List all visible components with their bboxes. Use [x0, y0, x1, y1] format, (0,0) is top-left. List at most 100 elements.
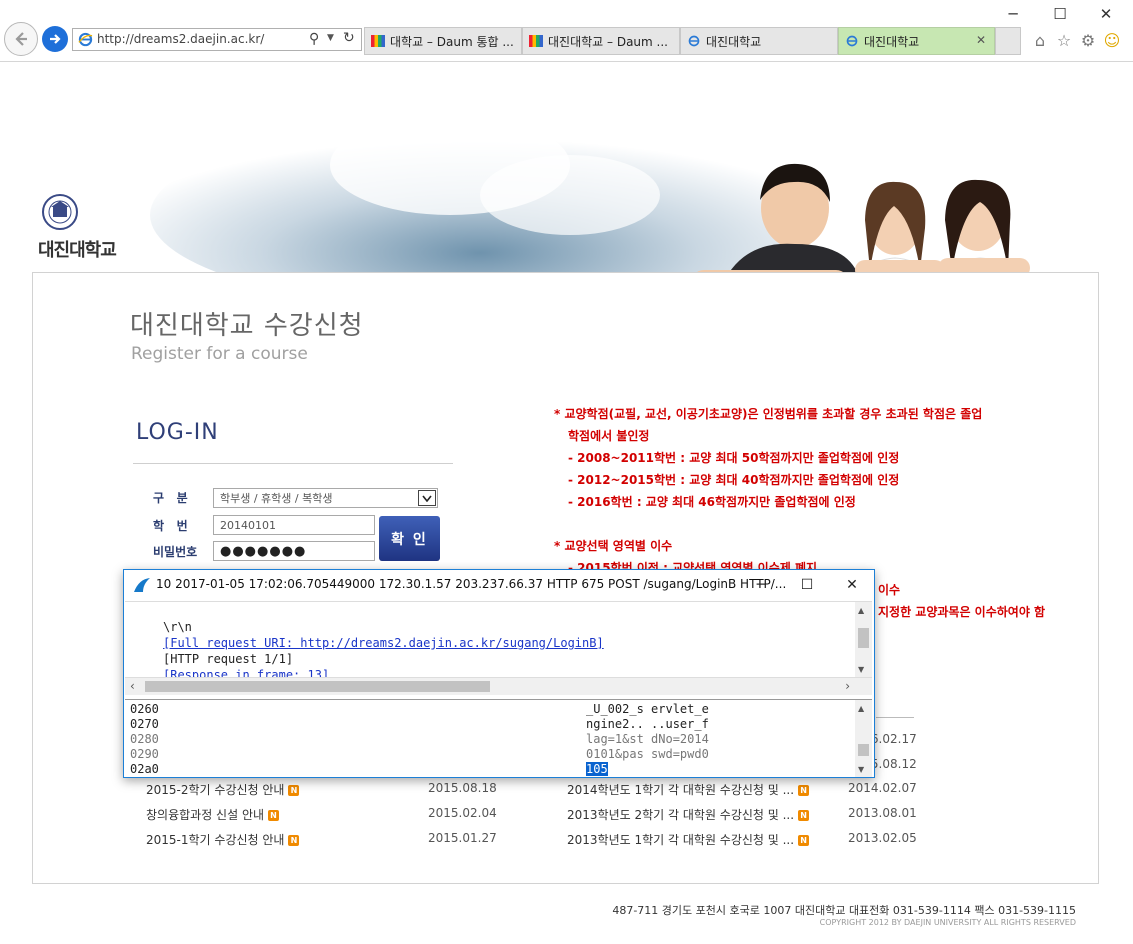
- student-type-select[interactable]: 학부생 / 휴학생 / 복학생: [213, 488, 438, 508]
- new-tab-button[interactable]: [995, 27, 1021, 55]
- arrow-left-icon: [15, 32, 27, 46]
- notice-text: 교양선택 영역별 이수: [564, 539, 673, 553]
- tab-daejin-active[interactable]: 대진대학교 ✕: [838, 27, 995, 55]
- ie-icon: [78, 32, 93, 47]
- tab-daum-2[interactable]: 대진대학교 – Daum ...: [522, 27, 680, 55]
- list-item-date: 2013.08.01: [848, 806, 917, 820]
- hex-offset: 0280: [130, 732, 159, 746]
- notice-line: 지정한 교양과목은 이수하여야 함: [878, 605, 1046, 619]
- list-item[interactable]: 2013학년도 2학기 각 대학원 수강신청 및 ... N: [567, 806, 810, 823]
- search-icon[interactable]: ⚲: [309, 31, 319, 47]
- close-tab-icon[interactable]: ✕: [976, 33, 986, 47]
- footer-copyright: COPYRIGHT 2012 BY DAEJIN UNIVERSITY ALL …: [819, 918, 1076, 927]
- forward-button[interactable]: [42, 26, 68, 52]
- detail-horizontal-scrollbar[interactable]: ‹ ›: [125, 677, 872, 695]
- page-title: 대진대학교 수강신청: [130, 311, 364, 341]
- university-emblem-icon: [42, 194, 78, 230]
- packet-detail-window: 10 2017-01-05 17:02:06.705449000 172.30.…: [123, 569, 875, 778]
- back-button[interactable]: [4, 22, 38, 56]
- tab-label: 대진대학교 – Daum ...: [548, 34, 668, 49]
- hex-offset: 0270: [130, 717, 159, 731]
- notice-bullet: *: [554, 407, 561, 421]
- refresh-icon[interactable]: ↻: [343, 30, 355, 46]
- address-text: http://dreams2.daejin.ac.kr/: [97, 32, 265, 46]
- address-bar[interactable]: http://dreams2.daejin.ac.kr/ ⚲ ▼ ↻: [72, 28, 362, 51]
- notice-text: 교양학점(교필, 교선, 이공기초교양)은 인정범위를 초과할 경우 초과된 학…: [564, 407, 983, 421]
- wireshark-fin-icon: [134, 578, 150, 592]
- hex-offset: 0260: [130, 702, 159, 716]
- new-badge-icon: N: [288, 835, 300, 846]
- home-icon[interactable]: ⌂: [1030, 30, 1050, 50]
- student-id-label: 학 번: [153, 519, 188, 533]
- list-item[interactable]: 2013학년도 1학기 각 대학원 수강신청 및 ... N: [567, 831, 810, 848]
- list-item-date: 2015.01.27: [428, 831, 497, 845]
- minimize-button[interactable]: ─: [993, 2, 1033, 26]
- password-input[interactable]: ●●●●●●●: [213, 541, 375, 561]
- http-request-count: [HTTP request 1/1]: [163, 652, 294, 666]
- maximize-button[interactable]: ☐: [1040, 2, 1080, 26]
- new-badge-icon: N: [798, 835, 810, 846]
- close-window-button[interactable]: ✕: [1086, 2, 1126, 26]
- notice-line: * 교양선택 영역별 이수: [554, 537, 672, 554]
- hex-ascii: lag=1&st dNo=2014: [586, 732, 709, 746]
- detail-vertical-scrollbar[interactable]: ▲ ▼: [855, 602, 872, 677]
- list-item-date: 2015.02.04: [428, 806, 497, 820]
- new-badge-icon: N: [268, 810, 280, 821]
- hex-ascii: ngine2.. ..user_f: [586, 717, 709, 731]
- response-frame-link[interactable]: [Response in frame: 13]: [163, 668, 329, 677]
- packet-window-minimize[interactable]: ─: [738, 570, 784, 600]
- ie-icon: [846, 35, 858, 47]
- notice-line: - 2016학번 : 교양 최대 46학점까지만 졸업학점에 인정: [568, 495, 856, 509]
- hex-offset: 0290: [130, 747, 159, 761]
- chevron-down-icon[interactable]: [418, 490, 436, 506]
- tab-daum-1[interactable]: 대학교 – Daum 통합 ...: [364, 27, 522, 55]
- notice-bullet: *: [554, 539, 561, 553]
- star-icon[interactable]: ☆: [1054, 30, 1074, 50]
- hex-ascii-selected: 105: [586, 762, 608, 776]
- list-item-date: 2013.02.05: [848, 831, 917, 845]
- hex-offset: 02a0: [130, 762, 159, 776]
- daum-icon: [529, 35, 543, 47]
- page-subtitle: Register for a course: [131, 344, 308, 364]
- list-item[interactable]: 2014학년도 1학기 각 대학원 수강신청 및 ... N: [567, 781, 810, 798]
- tab-label: 대진대학교: [706, 34, 762, 49]
- student-id-input[interactable]: 20140101: [213, 515, 375, 535]
- notice-line: 이수: [878, 583, 901, 597]
- packet-window-title: 10 2017-01-05 17:02:06.705449000 172.30.…: [156, 577, 787, 591]
- tab-label: 대학교 – Daum 통합 ...: [390, 34, 514, 49]
- daum-icon: [371, 35, 385, 47]
- browser-chrome: http://dreams2.daejin.ac.kr/ ⚲ ▼ ↻ 대학교 –…: [0, 0, 1133, 62]
- hex-vertical-scrollbar[interactable]: ▲ ▼: [855, 700, 872, 777]
- university-logo: 대진대학교: [30, 192, 150, 262]
- new-badge-icon: N: [798, 785, 810, 796]
- login-divider: [133, 463, 453, 464]
- list-item[interactable]: 창의융합과정 신설 안내 N: [146, 806, 280, 823]
- packet-detail-pane[interactable]: \r\n [Full request URI: http://dreams2.d…: [125, 601, 872, 677]
- packet-window-maximize[interactable]: ☐: [784, 570, 830, 600]
- packet-window-close[interactable]: ✕: [829, 570, 875, 600]
- hex-ascii: 0101&pas swd=pwd0: [586, 747, 709, 761]
- arrow-right-icon: [50, 34, 61, 44]
- password-label: 비밀번호: [153, 545, 198, 559]
- list-item[interactable]: 2015-2학기 수강신청 안내 N: [146, 781, 300, 798]
- new-badge-icon: N: [288, 785, 300, 796]
- list-item[interactable]: 2015-1학기 수강신청 안내 N: [146, 831, 300, 848]
- smiley-icon[interactable]: ☺: [1102, 30, 1122, 50]
- full-uri-link[interactable]: [Full request URI: http://dreams2.daejin…: [163, 636, 604, 650]
- tab-daejin-1[interactable]: 대진대학교: [680, 27, 838, 55]
- notice-line: - 2012~2015학번 : 교양 최대 40학점까지만 졸업학점에 인정: [568, 473, 900, 487]
- logo-caption: 대진대학교: [38, 240, 117, 261]
- tab-label: 대진대학교: [864, 34, 920, 49]
- type-label: 구 분: [153, 491, 188, 505]
- notice-line: 학점에서 불인정: [568, 429, 650, 443]
- login-submit-button[interactable]: 확 인: [379, 516, 440, 561]
- new-badge-icon: N: [798, 810, 810, 821]
- list-divider: [876, 717, 914, 718]
- login-heading: LOG-IN: [136, 420, 219, 445]
- packet-window-titlebar[interactable]: 10 2017-01-05 17:02:06.705449000 172.30.…: [124, 570, 874, 600]
- gear-icon[interactable]: ⚙: [1078, 30, 1098, 50]
- dropdown-icon[interactable]: ▼: [327, 33, 334, 43]
- student-type-value: 학부생 / 휴학생 / 복학생: [220, 492, 333, 505]
- hex-ascii: _U_002_s ervlet_e: [586, 702, 709, 716]
- hex-dump-pane[interactable]: 0260 _U_002_s ervlet_e 0270 ngine2.. ..u…: [125, 699, 872, 777]
